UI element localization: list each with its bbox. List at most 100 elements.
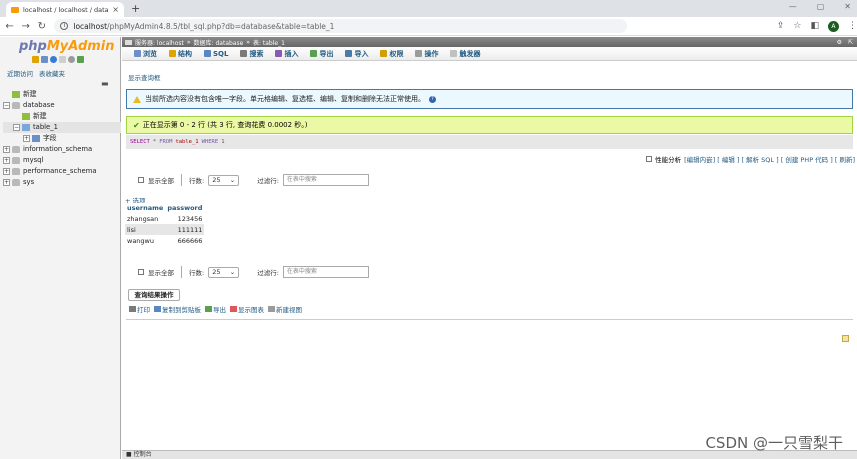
share-icon[interactable]: ⇪ <box>777 21 785 31</box>
settings-gear-icon[interactable]: ⚙ <box>837 39 842 46</box>
table-cell[interactable]: 111111 <box>165 224 205 235</box>
tree-item-新建[interactable]: 新建 <box>3 89 121 100</box>
tree-item-label[interactable]: sys <box>23 177 34 188</box>
browser-tab-strip: localhost / localhost / databas × + — ▢ … <box>0 0 857 17</box>
sql-icon <box>204 50 211 57</box>
tree-item-字段[interactable]: + 字段 <box>3 133 121 144</box>
documentation-help-icon[interactable]: ? <box>429 95 436 103</box>
expand-icon[interactable]: + <box>3 168 10 175</box>
filter-rows-input-bottom[interactable]: 在表中搜索 <box>282 266 369 278</box>
expand-icon[interactable]: + <box>3 146 10 153</box>
sql-action-links[interactable]: [编辑内嵌] [ 编辑 ] [ 解析 SQL ] [ 创建 PHP 代码 ] [… <box>684 154 855 164</box>
tab-browse[interactable]: 浏览 <box>128 49 163 59</box>
tree-item-label[interactable]: mysql <box>23 155 43 166</box>
show-all-checkbox[interactable] <box>138 177 144 183</box>
tab-export[interactable]: 导出 <box>304 49 339 59</box>
collapse-top-icon[interactable]: ⇱ <box>848 39 853 46</box>
breadcrumb-server[interactable]: 服务器: localhost <box>135 38 184 47</box>
column-header-username[interactable]: username <box>125 203 166 213</box>
expand-icon[interactable]: + <box>3 157 10 164</box>
tree-item-label[interactable]: database <box>23 100 55 111</box>
phpmyadmin-logo[interactable]: phpMyAdmin <box>19 39 115 54</box>
tab-label: 结构 <box>178 49 192 58</box>
breadcrumb-table[interactable]: 表: table_1 <box>253 38 285 47</box>
home-icon[interactable] <box>32 56 39 63</box>
tree-item-label[interactable]: 字段 <box>43 133 57 144</box>
tree-item-label[interactable]: table_1 <box>33 122 58 133</box>
back-icon[interactable]: ← <box>3 21 16 32</box>
maximize-icon[interactable]: ▢ <box>817 2 825 11</box>
export-label: 导出 <box>213 306 226 314</box>
print-link[interactable]: 打印 <box>129 304 150 314</box>
tree-item-label[interactable]: performance_schema <box>23 166 96 177</box>
site-info-icon[interactable]: i <box>60 22 69 30</box>
display-chart-link[interactable]: 显示图表 <box>230 304 264 314</box>
collapse-all-icon[interactable]: ▬ <box>101 79 109 88</box>
table-cell[interactable]: 666666 <box>165 235 205 246</box>
tree-item-label[interactable]: 新建 <box>23 89 37 100</box>
tab-privileges[interactable]: 权限 <box>374 49 409 59</box>
window-close-icon[interactable]: ✕ <box>844 2 851 11</box>
settings-icon[interactable] <box>68 56 75 63</box>
logout-icon[interactable] <box>41 56 48 63</box>
table-cell[interactable]: 123456 <box>165 213 205 224</box>
table-cell[interactable]: lisi <box>125 224 166 235</box>
tab-label: 触发器 <box>459 49 481 58</box>
tab-search[interactable]: 搜索 <box>234 49 269 59</box>
chevron-down-icon: ⌄ <box>229 176 236 184</box>
column-header-password[interactable]: password <box>165 203 205 213</box>
tab-import[interactable]: 导入 <box>339 49 374 59</box>
tab-sql[interactable]: SQL <box>198 50 234 58</box>
rows-select-bottom[interactable]: 25 ⌄ <box>208 266 240 278</box>
minimize-icon[interactable]: — <box>789 2 797 11</box>
new-tab-button[interactable]: + <box>131 2 140 15</box>
recent-tables-link[interactable]: 近期访问 <box>7 68 33 78</box>
profile-avatar[interactable]: A <box>827 20 839 32</box>
expand-icon[interactable]: + <box>3 179 10 186</box>
filter-rows-input[interactable]: 在表中搜索 <box>282 174 369 186</box>
browser-menu-icon[interactable]: ⋮ <box>848 21 857 31</box>
favorite-tables-link[interactable]: 表收藏夹 <box>39 68 65 78</box>
close-tab-icon[interactable]: × <box>112 5 119 14</box>
rows-label: 行数: <box>189 269 205 277</box>
reload-icon[interactable]: ↻ <box>35 21 48 32</box>
rows-select[interactable]: 25 ⌄ <box>208 174 240 186</box>
tree-item-mysql[interactable]: + mysql <box>3 155 121 166</box>
sidepanel-icon[interactable]: ◧ <box>810 21 819 31</box>
profiling-checkbox[interactable] <box>646 156 653 162</box>
bookmark-query-icon[interactable] <box>842 335 849 342</box>
tab-operations[interactable]: 操作 <box>409 49 444 59</box>
tab-insert[interactable]: 插入 <box>269 49 304 59</box>
tab-triggers[interactable]: 触发器 <box>444 49 486 59</box>
table-cell[interactable]: zhangsan <box>125 213 166 224</box>
tree-item-sys[interactable]: + sys <box>3 177 121 188</box>
tree-item-label[interactable]: information_schema <box>23 144 92 155</box>
tree-item-label[interactable]: 新建 <box>33 111 47 122</box>
expand-icon[interactable]: + <box>23 135 30 142</box>
forward-icon[interactable]: → <box>19 21 32 32</box>
show-all-checkbox-bottom[interactable] <box>138 269 144 275</box>
show-query-box-link[interactable]: 显示查询框 <box>128 72 161 82</box>
tree-item-table_1[interactable]: − table_1 <box>3 122 121 133</box>
tree-item-新建[interactable]: 新建 <box>3 111 121 122</box>
collapse-icon[interactable]: − <box>13 124 20 131</box>
tab-structure[interactable]: 结构 <box>163 49 198 59</box>
create-view-link[interactable]: 新建视图 <box>268 304 302 314</box>
sql-select-keyword[interactable]: SELECT <box>130 139 150 145</box>
url-input[interactable]: i localhost/phpMyAdmin4.8.5/tbl_sql.php?… <box>54 19 627 33</box>
bottom-navigation: 显示全部 行数: 25 ⌄ 过滤行: 在表中搜索 <box>138 266 369 278</box>
export-link[interactable]: 导出 <box>205 304 226 314</box>
tree-item-performance_schema[interactable]: + performance_schema <box>3 166 121 177</box>
top-navigation: 显示全部 行数: 25 ⌄ 过滤行: 在表中搜索 <box>138 174 369 186</box>
browser-tab[interactable]: localhost / localhost / databas × <box>6 2 124 17</box>
collapse-icon[interactable]: − <box>3 102 10 109</box>
tree-item-information_schema[interactable]: + information_schema <box>3 144 121 155</box>
docs-icon[interactable] <box>59 56 66 63</box>
table-cell[interactable]: wangwu <box>125 235 166 246</box>
copy-clipboard-link[interactable]: 复制到剪贴板 <box>154 304 201 314</box>
reload-nav-icon[interactable] <box>77 56 84 63</box>
breadcrumb-db[interactable]: 数据库: database <box>194 38 244 47</box>
bookmark-star-icon[interactable]: ☆ <box>793 21 801 31</box>
help-icon[interactable] <box>50 56 57 63</box>
tree-item-database[interactable]: − database <box>3 100 121 111</box>
